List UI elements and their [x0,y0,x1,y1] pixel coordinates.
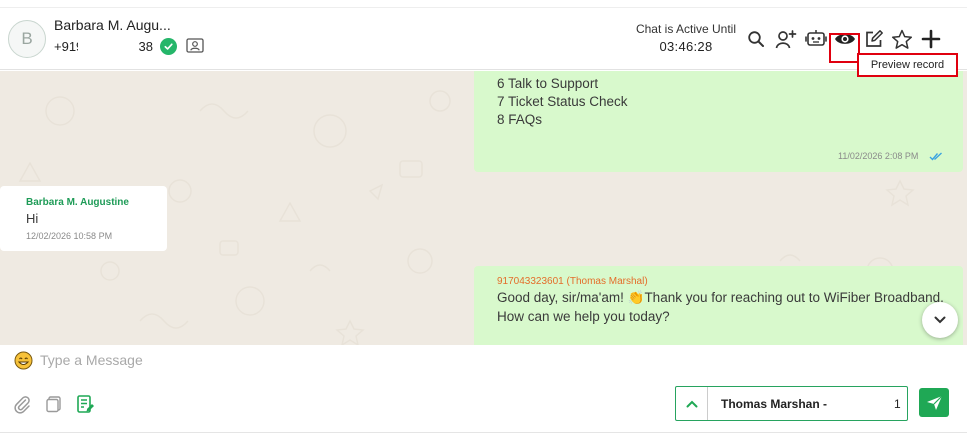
message-input[interactable] [40,349,600,371]
paperclip-icon[interactable] [12,394,32,414]
template-icon[interactable] [75,394,95,414]
contact-phone-tail: 38 [138,39,153,54]
preview-highlight-box [829,33,860,63]
menu-item: 7 Ticket Status Check [497,94,628,109]
avatar[interactable]: B [8,20,46,58]
message-text: How can we help you today? [497,309,670,324]
chat-messages-area[interactable]: 6 Talk to Support 7 Ticket Status Check … [0,71,967,345]
plus-icon[interactable] [919,27,943,51]
chevron-up-icon[interactable] [676,387,708,420]
menu-item: 6 Talk to Support [497,76,599,91]
bottom-divider [0,432,967,433]
send-button[interactable] [919,388,949,417]
menu-item: 8 FAQs [497,112,543,127]
scroll-down-button[interactable] [922,302,958,338]
message-bubble-incoming: Barbara M. Augustine Hi 12/02/2026 10:58… [0,186,167,251]
message-timestamp: 11/02/2026 2:08 PM [838,151,919,161]
agent-count: 1 [894,397,901,411]
contact-card-icon[interactable] [186,38,204,53]
quick-reply-icon[interactable] [44,394,64,414]
chat-active-timer: 03:46:28 [659,39,713,54]
message-text-part: Good day, sir/ma'am! [497,290,628,305]
send-icon [926,395,942,410]
message-bubble-menu: 6 Talk to Support 7 Ticket Status Check … [474,71,963,172]
contact-name[interactable]: Barbara M. Augu... [54,17,171,33]
read-receipt-icon [929,152,942,161]
top-strip [0,0,967,8]
message-bubble-greeting: 917043323601 (Thomas Marshal) Good day, … [474,266,963,345]
star-icon[interactable] [890,27,914,51]
message-text: Hi [26,211,39,226]
phone-mask [78,37,138,53]
verified-check-icon [160,38,177,55]
emoji-icon[interactable] [14,351,33,370]
preview-tooltip: Preview record [857,53,958,77]
clapping-hands-emoji: 👏 [627,290,645,305]
chatbot-icon[interactable] [804,27,828,51]
add-user-icon[interactable] [774,27,798,51]
chat-header: B Barbara M. Augu... +9190 38 Chat is Act… [0,8,967,70]
message-composer: Thomas Marshan - 9 1 [0,345,967,436]
message-timestamp: 12/02/2026 10:58 PM [26,231,113,241]
chat-active-label: Chat is Active Until [635,22,737,36]
message-text: Good day, sir/ma'am! 👏Thank you for reac… [497,290,944,306]
agent-name: Thomas Marshan - 9 [721,397,829,411]
agent-selector[interactable]: Thomas Marshan - 9 1 [675,386,908,421]
edit-icon[interactable] [862,27,886,51]
message-sender: 917043323601 (Thomas Marshal) [497,276,648,287]
message-sender: Barbara M. Augustine [26,197,129,208]
message-text-part: Thank you for reaching out to WiFiber Br… [644,290,944,305]
chevron-down-icon [934,316,946,324]
search-icon[interactable] [744,27,768,51]
chat-window: B Barbara M. Augu... +9190 38 Chat is Act… [0,0,967,436]
